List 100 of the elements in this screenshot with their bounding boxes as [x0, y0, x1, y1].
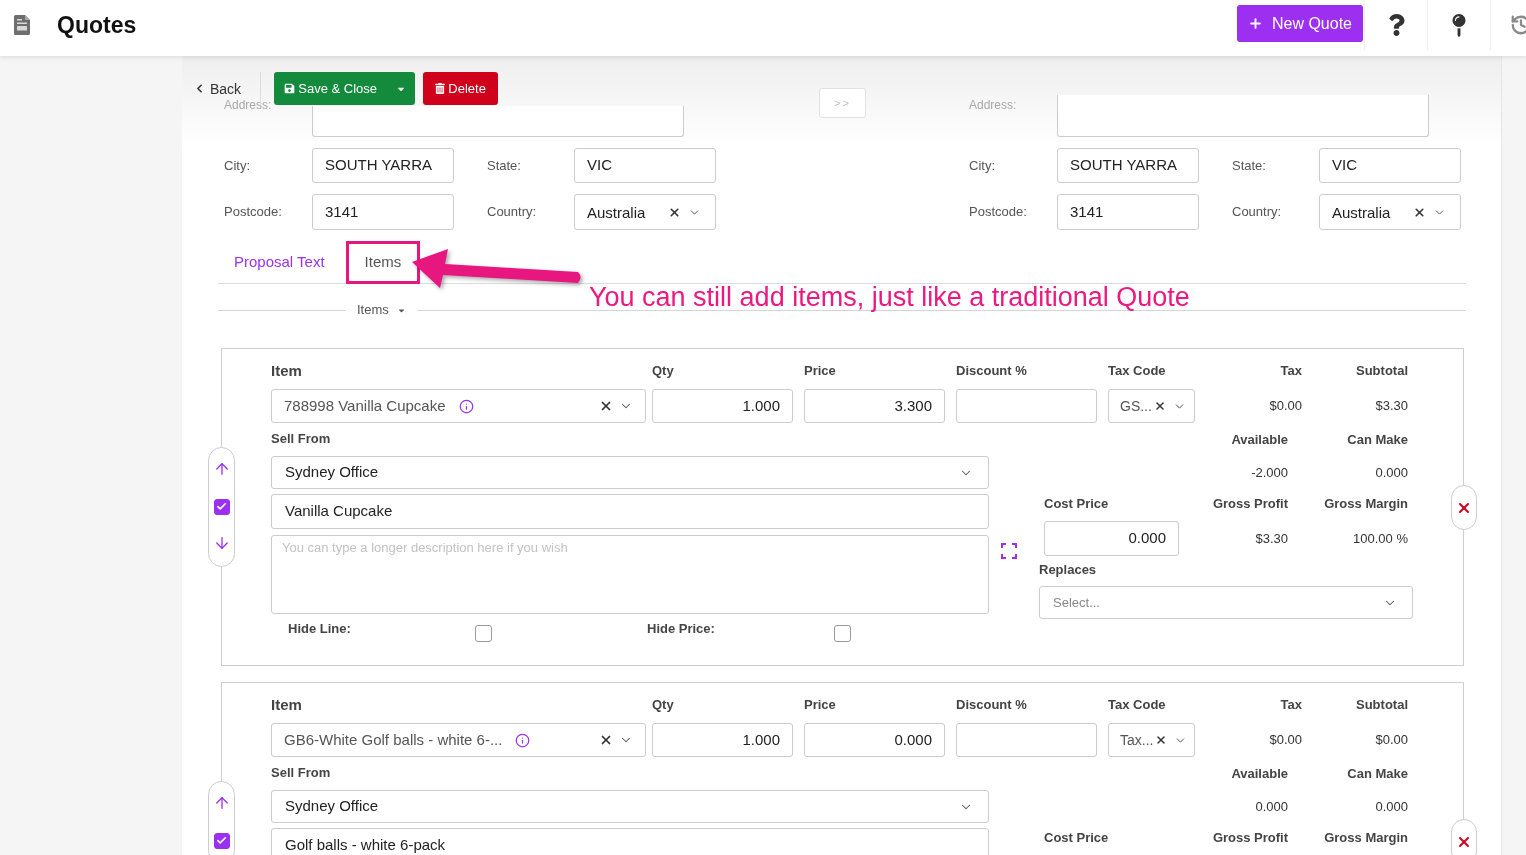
tax-code-label: Tax Code [1108, 362, 1167, 380]
gross-profit-value: $3.30 [1254, 529, 1288, 548]
subtotal-value: $0.00 [1375, 731, 1408, 750]
subtotal-label: Subtotal [1356, 362, 1408, 380]
country-select[interactable]: Australia [1319, 194, 1461, 230]
line-name-field[interactable]: Vanilla Cupcake [271, 494, 989, 529]
line-checkbox[interactable] [213, 833, 230, 849]
check-icon [215, 501, 228, 513]
page-title: Quotes [57, 11, 137, 39]
new-quote-button[interactable]: New Quote [1237, 5, 1363, 42]
document-icon [14, 15, 30, 35]
annotation-text: You can still add items, just like a traditional Quote [589, 284, 1190, 310]
hide-line-label: Hide Line: [288, 620, 352, 637]
cost-price-label: Cost Price [1043, 495, 1110, 513]
price-field[interactable]: 0.000 [804, 723, 945, 757]
tab[interactable]: Items [348, 244, 418, 281]
discount-field[interactable] [956, 723, 1097, 757]
back-button[interactable]: Back [193, 79, 242, 98]
info-icon[interactable] [458, 398, 474, 414]
gross-profit-label: Gross Profit [1211, 495, 1288, 513]
state-field[interactable]: VIC [574, 148, 716, 183]
remove-line-button[interactable] [1451, 485, 1477, 530]
discount-field[interactable] [956, 389, 1097, 423]
clear-icon[interactable] [599, 733, 613, 747]
cost-price-field[interactable]: 0.000 [1044, 521, 1179, 556]
tax-code-select[interactable]: GS... [1108, 389, 1195, 423]
tab[interactable]: Proposal Text [218, 241, 341, 283]
hide-price-checkbox[interactable] [834, 625, 851, 642]
subtotal-value: $3.30 [1375, 397, 1408, 416]
items-section-toggle[interactable]: Items [346, 300, 417, 320]
address-label: Address: [969, 99, 1018, 111]
gross-margin-value: 100.00 % [1352, 529, 1408, 548]
tax-value: $0.00 [1269, 397, 1302, 416]
price-label: Price [804, 362, 837, 380]
qty-field[interactable]: 1.000 [652, 389, 793, 423]
hide-price-label: Hide Price: [647, 620, 716, 637]
postcode-label: Postcode: [224, 203, 283, 222]
state-field[interactable]: VIC [1319, 148, 1461, 183]
discount-label: Discount % [956, 696, 1028, 714]
clear-icon[interactable] [668, 205, 681, 219]
sell-from-select[interactable]: Sydney Office [271, 456, 989, 489]
item-label: Item [271, 362, 303, 380]
line-name-field[interactable]: Golf balls - white 6-pack [271, 828, 989, 855]
postcode-label: Postcode: [969, 203, 1028, 222]
qty-label: Qty [652, 362, 675, 380]
available-label: Available [1230, 765, 1288, 783]
can-make-label: Can Make [1346, 431, 1408, 449]
state-label: State: [486, 156, 522, 175]
info-icon[interactable] [515, 732, 531, 748]
clear-icon[interactable] [1413, 205, 1426, 219]
sell-from-label: Sell From [271, 431, 331, 447]
plus-icon [1247, 16, 1263, 31]
discount-label: Discount % [956, 362, 1028, 380]
item-select[interactable]: 788998 Vanilla Cupcake [271, 389, 646, 423]
sell-from-select[interactable]: Sydney Office [271, 790, 989, 823]
address-field[interactable] [312, 106, 684, 137]
city-field[interactable]: SOUTH YARRA [1057, 148, 1199, 183]
gross-profit-label: Gross Profit [1211, 829, 1288, 847]
available-label: Available [1230, 431, 1288, 449]
address-label: Address: [224, 99, 273, 111]
tax-code-select[interactable]: Tax... [1108, 723, 1195, 757]
hide-line-checkbox[interactable] [475, 625, 492, 642]
save-options-button[interactable] [387, 72, 416, 105]
line-checkbox[interactable] [213, 499, 230, 515]
save-close-button[interactable]: Save & Close [274, 72, 388, 105]
tax-label: Tax [1280, 362, 1302, 380]
qty-label: Qty [652, 696, 675, 714]
cost-price-label: Cost Price [1043, 829, 1110, 847]
gross-margin-label: Gross Margin [1323, 829, 1408, 847]
price-field[interactable]: 3.300 [804, 389, 945, 423]
help-icon[interactable] [1387, 14, 1405, 36]
tax-value: $0.00 [1269, 731, 1302, 750]
city-label: City: [969, 156, 996, 175]
country-select[interactable]: Australia [574, 194, 716, 230]
state-label: State: [1231, 156, 1267, 175]
trash-icon [435, 83, 446, 94]
available-value: 0.000 [1254, 797, 1288, 816]
available-value: -2.000 [1250, 463, 1288, 482]
expand-icon[interactable] [1001, 543, 1017, 559]
postcode-field[interactable]: 3141 [312, 194, 454, 230]
address-field[interactable] [1057, 95, 1429, 137]
subtotal-label: Subtotal [1356, 696, 1408, 714]
qty-field[interactable]: 1.000 [652, 723, 793, 757]
price-label: Price [804, 696, 837, 714]
country-label: Country: [486, 203, 538, 222]
city-field[interactable]: SOUTH YARRA [312, 148, 454, 183]
delete-button[interactable]: Delete [423, 72, 499, 105]
item-select[interactable]: GB6-White Golf balls - white 6-... [271, 723, 646, 757]
replaces-select[interactable]: Select... [1039, 586, 1413, 619]
clear-icon[interactable] [599, 399, 613, 413]
remove-line-button[interactable] [1451, 819, 1477, 855]
item-label: Item [271, 696, 303, 714]
can-make-value: 0.000 [1374, 797, 1408, 816]
postcode-field[interactable]: 3141 [1057, 194, 1199, 230]
clear-icon[interactable] [1155, 734, 1168, 746]
pin-icon[interactable] [1452, 13, 1466, 37]
can-make-value: 0.000 [1374, 463, 1408, 482]
history-icon[interactable] [1510, 14, 1526, 36]
clear-icon[interactable] [1153, 400, 1166, 412]
save-icon [284, 83, 296, 94]
